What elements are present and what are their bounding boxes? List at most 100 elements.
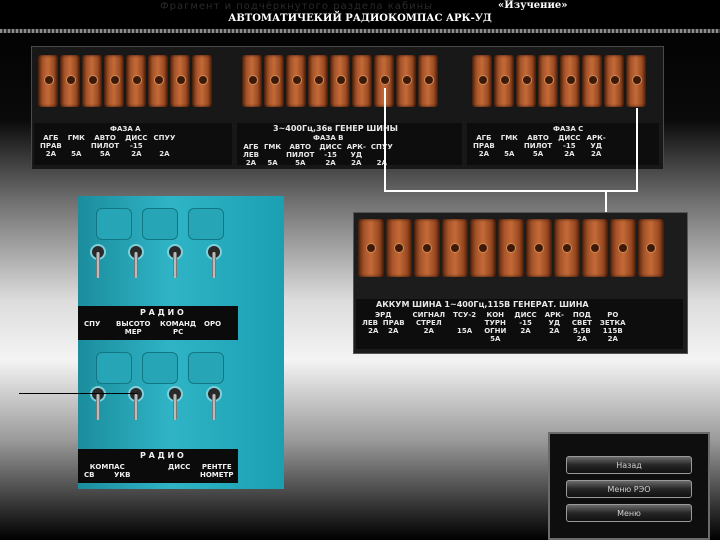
fuse[interactable] bbox=[418, 55, 438, 107]
fuse[interactable] bbox=[358, 219, 384, 277]
switch-label: ВЫСОТО МЕР bbox=[116, 320, 151, 336]
breaker-label: ТСУ-2 15А bbox=[453, 311, 477, 335]
fuse[interactable] bbox=[330, 55, 350, 107]
header-bar: Фрагмент и подчёркнутого раздела кабины … bbox=[0, 0, 720, 34]
label-group-middle: АГБ ЛЕВ 2А ГМК 5А АВТО ПИЛОТ 5А ДИСС -15… bbox=[243, 143, 393, 167]
navigation-panel: Назад Меню РЭО Меню bbox=[548, 432, 710, 540]
breaker-label: ДИСС -15 2А bbox=[514, 311, 537, 335]
panel-knob bbox=[142, 352, 178, 384]
fuse[interactable] bbox=[104, 55, 124, 107]
enlarged-label-plate: АККУМ ШИНА 1~400Гц,115В ГЕНЕРАТ. ШИНА ЭР… bbox=[356, 299, 683, 349]
fuse[interactable] bbox=[472, 55, 492, 107]
fuse[interactable] bbox=[554, 219, 580, 277]
page-title: АВТОМАТИЧЕКИЙ РАДИОКОМПАС АРК-УД bbox=[228, 13, 492, 24]
breaker-label: ПОД СВЕТ 5,5В 2А bbox=[571, 311, 592, 343]
fuse[interactable] bbox=[604, 55, 624, 107]
toggle-switch[interactable] bbox=[212, 394, 216, 420]
phase-a-label: ФАЗА А bbox=[110, 125, 141, 133]
bus-title: 3~400Гц,36в ГЕНЕР ШИНЫ bbox=[273, 124, 398, 133]
label-group-left: АГБ ПРАВ 2А ГМК 5А АВТО ПИЛОТ 5А ДИСС -1… bbox=[40, 134, 175, 158]
switch-label: ДИСС bbox=[168, 463, 191, 471]
panel-knob bbox=[96, 352, 132, 384]
fuse[interactable] bbox=[192, 55, 212, 107]
connector-line bbox=[384, 190, 638, 192]
label-group-right: АГБ ПРАВ 2А ГМК 5А АВТО ПИЛОТ 5А ДИСС -1… bbox=[473, 134, 606, 158]
fuse[interactable] bbox=[38, 55, 58, 107]
toggle-switch[interactable] bbox=[173, 394, 177, 420]
fuse[interactable] bbox=[516, 55, 536, 107]
toggle-switch[interactable] bbox=[212, 252, 216, 278]
mode-label: «Изучение» bbox=[498, 0, 568, 11]
breaker-label: АВТО ПИЛОТ 5А bbox=[286, 143, 315, 167]
fuse[interactable] bbox=[308, 55, 328, 107]
fuse[interactable] bbox=[498, 219, 524, 277]
circuit-breaker-panel: ФАЗА А АГБ ПРАВ 2А ГМК 5А АВТО ПИЛОТ 5А … bbox=[31, 46, 664, 170]
fuse[interactable] bbox=[470, 219, 496, 277]
fuse[interactable] bbox=[582, 55, 602, 107]
panel-knob bbox=[142, 208, 178, 240]
toggle-switch[interactable] bbox=[173, 252, 177, 278]
fuse-row-left bbox=[38, 55, 212, 107]
bus-label-plate-left: ФАЗА А АГБ ПРАВ 2А ГМК 5А АВТО ПИЛОТ 5А … bbox=[34, 123, 232, 165]
back-button[interactable]: Назад bbox=[566, 456, 692, 474]
connector-line bbox=[636, 108, 638, 191]
switch-label: ОРО bbox=[204, 320, 222, 328]
enlarged-breaker-panel: АККУМ ШИНА 1~400Гц,115В ГЕНЕРАТ. ШИНА ЭР… bbox=[353, 212, 688, 354]
breaker-label: ДИСС -15 2А bbox=[125, 134, 148, 158]
breaker-label: АГБ ЛЕВ 2А bbox=[243, 143, 259, 167]
breaker-label: ГМК 5А bbox=[67, 134, 85, 158]
fuse[interactable] bbox=[626, 55, 646, 107]
bus-label-plate-middle: 3~400Гц,36в ГЕНЕР ШИНЫ ФАЗА В АГБ ЛЕВ 2А… bbox=[237, 123, 462, 167]
fuse[interactable] bbox=[638, 219, 664, 277]
fuse[interactable] bbox=[414, 219, 440, 277]
menu-button[interactable]: Меню bbox=[566, 504, 692, 522]
breaker-label: СПУУ 2А bbox=[153, 134, 176, 158]
fuse-row-right bbox=[472, 55, 646, 107]
breaker-label: СПУУ 2А bbox=[370, 143, 393, 167]
fuse[interactable] bbox=[526, 219, 552, 277]
reo-menu-button[interactable]: Меню РЭО bbox=[566, 480, 692, 498]
fuse[interactable] bbox=[538, 55, 558, 107]
label-group-enlarged: ЭРД ЛЕВ ПРАВ 2А 2А СИГНАЛ СТРЕЛ 2А ТСУ-2… bbox=[362, 311, 626, 343]
fuse[interactable] bbox=[126, 55, 146, 107]
breaker-label: ЭРД ЛЕВ ПРАВ 2А 2А bbox=[362, 311, 405, 335]
fuse[interactable] bbox=[170, 55, 190, 107]
phase-b-label: ФАЗА В bbox=[313, 134, 344, 142]
breaker-label: АРК- УД 2А bbox=[346, 143, 366, 167]
toggle-switch[interactable] bbox=[96, 252, 100, 278]
fuse[interactable] bbox=[60, 55, 80, 107]
fuse[interactable] bbox=[494, 55, 514, 107]
fuse-row-middle bbox=[242, 55, 438, 107]
fuse[interactable] bbox=[560, 55, 580, 107]
fuse[interactable] bbox=[442, 219, 468, 277]
fuse[interactable] bbox=[352, 55, 372, 107]
decorative-rail bbox=[0, 29, 720, 33]
switch-label: РЕНТГЕ НОМЕТР bbox=[200, 463, 234, 479]
breaker-label: ДИСС -15 2А bbox=[319, 143, 342, 167]
breaker-label: АГБ ПРАВ 2А bbox=[473, 134, 495, 158]
breaker-label: АРК- УД 2А bbox=[544, 311, 564, 335]
fuse[interactable] bbox=[582, 219, 608, 277]
fuse[interactable] bbox=[286, 55, 306, 107]
fuse[interactable] bbox=[264, 55, 284, 107]
switch-label: СПУ bbox=[84, 320, 101, 328]
radio-switch-panel: Р А Д И О СПУ ВЫСОТО МЕР КОМАНД РС ОРО Р… bbox=[78, 196, 284, 489]
switch-label: КОМПАС СВ УКВ bbox=[84, 463, 131, 479]
toggle-switch-compass-vhf[interactable] bbox=[134, 394, 138, 420]
fuse[interactable] bbox=[386, 219, 412, 277]
toggle-switch[interactable] bbox=[96, 394, 100, 420]
fuse[interactable] bbox=[82, 55, 102, 107]
radio-label-plate-2: Р А Д И О КОМПАС СВ УКВ ДИСС РЕНТГЕ НОМЕ… bbox=[78, 449, 238, 483]
breaker-label: АРК- УД 2А bbox=[586, 134, 606, 158]
breaker-label: ДИСС -15 2А bbox=[558, 134, 581, 158]
phase-c-label: ФАЗА С bbox=[553, 125, 584, 133]
fuse[interactable] bbox=[396, 55, 416, 107]
toggle-switch[interactable] bbox=[134, 252, 138, 278]
fuse[interactable] bbox=[610, 219, 636, 277]
breaker-label: РО ЗЕТКА 115В 2А bbox=[599, 311, 626, 343]
fuse[interactable] bbox=[148, 55, 168, 107]
panel-knob bbox=[188, 208, 224, 240]
breaker-label: АВТО ПИЛОТ 5А bbox=[90, 134, 120, 158]
fuse[interactable] bbox=[242, 55, 262, 107]
breaker-label: КОН ТУРН ОГНИ 5А bbox=[484, 311, 507, 343]
